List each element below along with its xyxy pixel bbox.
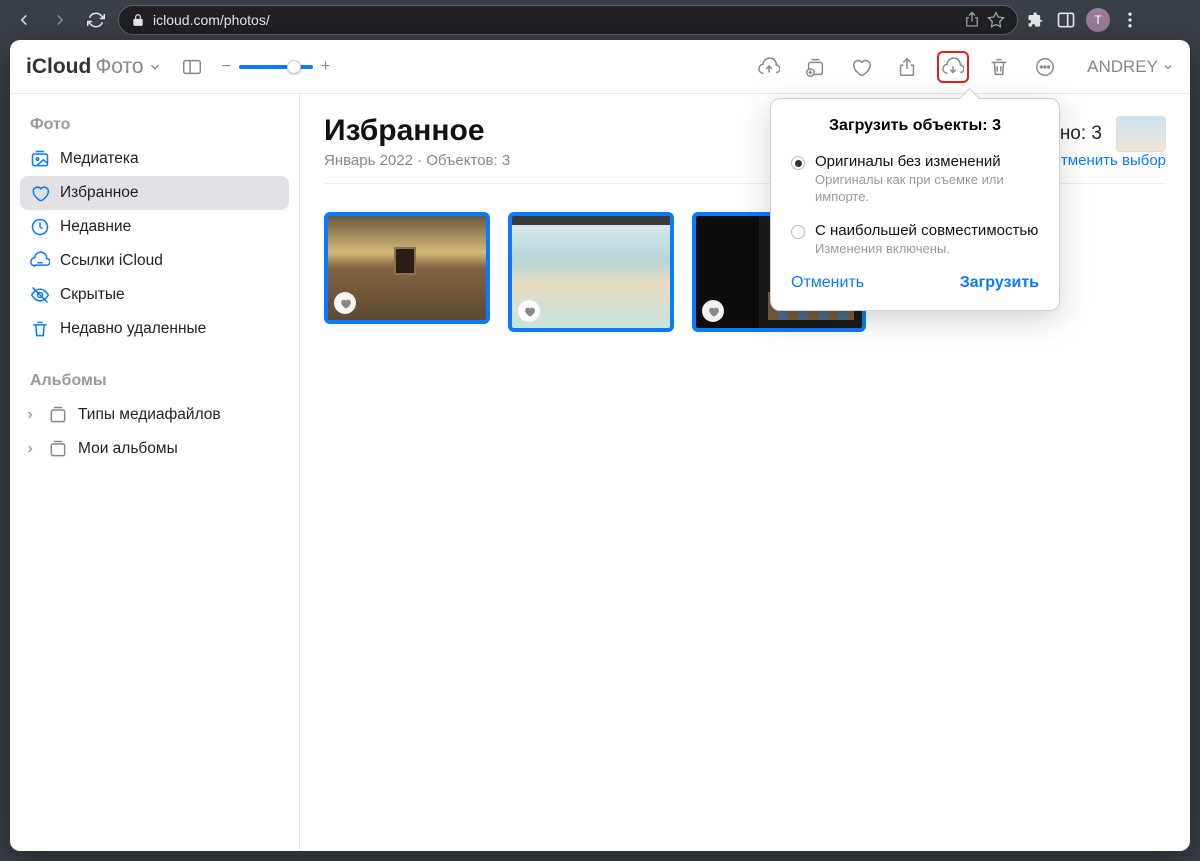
- sidebar-item-library[interactable]: Медиатека: [20, 142, 289, 176]
- share-icon[interactable]: [963, 11, 981, 29]
- heart-icon: [30, 183, 50, 203]
- star-icon[interactable]: [987, 11, 1005, 29]
- add-to-album-button[interactable]: [799, 51, 831, 83]
- address-bar[interactable]: icloud.com/photos/: [118, 5, 1018, 35]
- user-menu[interactable]: ANDREY: [1087, 57, 1174, 77]
- chevron-right-icon: [24, 443, 36, 455]
- eye-off-icon: [30, 285, 50, 305]
- clock-icon: [30, 217, 50, 237]
- favorite-badge-icon: [334, 292, 356, 314]
- sidebar-section-albums: Альбомы: [20, 364, 289, 398]
- profile-avatar[interactable]: T: [1086, 8, 1110, 32]
- back-button[interactable]: [10, 6, 38, 34]
- lock-icon: [131, 13, 145, 27]
- favorite-badge-icon: [702, 300, 724, 322]
- cloud-link-icon: [30, 251, 50, 271]
- delete-button[interactable]: [983, 51, 1015, 83]
- sidebar-item-recents[interactable]: Недавние: [20, 210, 289, 244]
- share-button[interactable]: [891, 51, 923, 83]
- sidebar-item-icloud-links[interactable]: Ссылки iCloud: [20, 244, 289, 278]
- download-button[interactable]: [937, 51, 969, 83]
- download-option-originals[interactable]: Оригиналы без изменений Оригиналы как пр…: [791, 153, 1039, 206]
- app-title[interactable]: iCloud Фото: [26, 55, 162, 79]
- reload-button[interactable]: [82, 6, 110, 34]
- photo-thumbnail[interactable]: [324, 212, 490, 324]
- download-popover: Загрузить объекты: 3 Оригиналы без измен…: [770, 98, 1060, 311]
- album-icon: [48, 405, 68, 425]
- zoom-slider[interactable]: − +: [222, 58, 331, 76]
- popover-confirm-button[interactable]: Загрузить: [960, 274, 1039, 292]
- radio-icon: [791, 225, 805, 239]
- popover-title: Загрузить объекты: 3: [791, 117, 1039, 135]
- album-icon: [48, 439, 68, 459]
- extensions-icon[interactable]: [1026, 10, 1046, 30]
- sidebar-toggle-button[interactable]: [176, 51, 208, 83]
- sidebar-section-photos: Фото: [20, 108, 289, 142]
- sidebar-item-hidden[interactable]: Скрытые: [20, 278, 289, 312]
- selection-preview-thumb: [1116, 116, 1166, 152]
- sidebar-item-recently-deleted[interactable]: Недавно удаленные: [20, 312, 289, 346]
- sidebar-item-favorites[interactable]: Избранное: [20, 176, 289, 210]
- sidebar-item-media-types[interactable]: Типы медиафайлов: [20, 398, 289, 432]
- chevron-down-icon: [148, 60, 162, 74]
- popover-cancel-button[interactable]: Отменить: [791, 274, 864, 292]
- download-option-compatible[interactable]: С наибольшей совместимостью Изменения вк…: [791, 222, 1039, 258]
- radio-icon: [791, 156, 805, 170]
- favorite-button[interactable]: [845, 51, 877, 83]
- cancel-selection-button[interactable]: Отменить выбор: [1049, 152, 1166, 169]
- panel-icon[interactable]: [1056, 10, 1076, 30]
- forward-button[interactable]: [46, 6, 74, 34]
- sidebar-item-my-albums[interactable]: Мои альбомы: [20, 432, 289, 466]
- more-button[interactable]: [1029, 51, 1061, 83]
- sidebar: Фото Медиатека Избранное Недавние Ссылки…: [10, 94, 300, 851]
- photo-thumbnail[interactable]: [508, 212, 674, 332]
- trash-icon: [30, 319, 50, 339]
- chevron-right-icon: [24, 409, 36, 421]
- photos-icon: [30, 149, 50, 169]
- favorite-badge-icon: [518, 300, 540, 322]
- app-toolbar: iCloud Фото − + ANDREY: [10, 40, 1190, 94]
- url-text: icloud.com/photos/: [153, 12, 955, 28]
- browser-chrome: icloud.com/photos/ T: [0, 0, 1200, 40]
- chevron-down-icon: [1162, 61, 1174, 73]
- icloud-photos-app: iCloud Фото − + ANDREY Фото Медиатека: [10, 40, 1190, 851]
- menu-icon[interactable]: [1120, 10, 1140, 30]
- upload-button[interactable]: [753, 51, 785, 83]
